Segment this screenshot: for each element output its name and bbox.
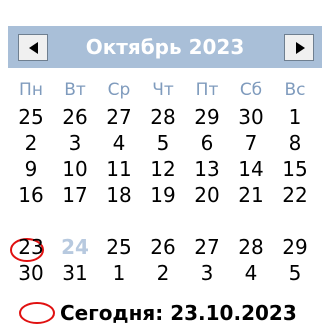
day-cell-today[interactable]: 23 — [10, 235, 52, 259]
day-cell[interactable]: 31 — [54, 261, 96, 285]
day-cell[interactable]: 4 — [230, 261, 272, 285]
weekday-header: Чт — [152, 80, 174, 100]
weekday-header: Пн — [19, 80, 43, 100]
previous-month-button[interactable] — [18, 34, 48, 61]
next-month-button[interactable] — [284, 34, 314, 61]
day-cell[interactable]: 16 — [10, 183, 52, 207]
today-ring-icon — [19, 302, 55, 324]
day-cell[interactable]: 9 — [10, 157, 52, 181]
day-cell[interactable]: 12 — [142, 157, 184, 181]
day-cell[interactable]: 10 — [54, 157, 96, 181]
day-cell[interactable]: 25 — [10, 105, 52, 129]
day-cell[interactable]: 27 — [186, 235, 228, 259]
day-cell[interactable]: 25 — [98, 235, 140, 259]
day-cell-selected[interactable]: 24 — [54, 235, 96, 259]
day-cell[interactable]: 4 — [98, 131, 140, 155]
day-cell[interactable]: 13 — [186, 157, 228, 181]
day-cell[interactable]: 28 — [230, 235, 272, 259]
day-cell[interactable]: 27 — [98, 105, 140, 129]
day-cell[interactable]: 11 — [98, 157, 140, 181]
day-cell[interactable]: 22 — [274, 183, 316, 207]
day-cell[interactable]: 21 — [230, 183, 272, 207]
day-cell[interactable]: 3 — [54, 131, 96, 155]
day-cell[interactable]: 28 — [142, 105, 184, 129]
day-cell[interactable]: 14 — [230, 157, 272, 181]
day-cell[interactable]: 15 — [274, 157, 316, 181]
day-cell[interactable]: 29 — [274, 235, 316, 259]
day-cell[interactable]: 5 — [142, 131, 184, 155]
day-cell[interactable]: 1 — [274, 105, 316, 129]
day-cell[interactable]: 8 — [274, 131, 316, 155]
today-label[interactable]: Сегодня: 23.10.2023 — [60, 300, 297, 326]
weekday-header: Ср — [107, 80, 131, 100]
calendar-header: Октябрь 2023 — [8, 26, 322, 68]
day-cell[interactable]: 3 — [186, 261, 228, 285]
month-title[interactable]: Октябрь 2023 — [52, 26, 278, 68]
weekday-header: Сб — [239, 80, 263, 100]
weekday-header: Пт — [195, 80, 219, 100]
day-cell[interactable]: 19 — [142, 183, 184, 207]
day-cell[interactable]: 17 — [54, 183, 96, 207]
day-cell[interactable]: 20 — [186, 183, 228, 207]
triangle-right-icon — [296, 42, 305, 54]
day-cell[interactable]: 18 — [98, 183, 140, 207]
day-cell[interactable]: 5 — [274, 261, 316, 285]
day-cell[interactable]: 7 — [230, 131, 272, 155]
weekday-header: Вт — [64, 80, 86, 100]
day-cell[interactable]: 6 — [186, 131, 228, 155]
day-cell[interactable]: 30 — [10, 261, 52, 285]
month-calendar: Октябрь 2023 Пн Вт Ср Чт Пт Сб Вс 25 26 … — [0, 0, 330, 329]
day-cell[interactable]: 29 — [186, 105, 228, 129]
day-cell[interactable]: 2 — [142, 261, 184, 285]
weekday-header: Вс — [284, 80, 306, 100]
day-cell[interactable]: 2 — [10, 131, 52, 155]
day-cell[interactable]: 30 — [230, 105, 272, 129]
day-cell[interactable]: 1 — [98, 261, 140, 285]
triangle-left-icon — [29, 42, 38, 54]
day-cell[interactable]: 26 — [142, 235, 184, 259]
day-cell[interactable]: 26 — [54, 105, 96, 129]
